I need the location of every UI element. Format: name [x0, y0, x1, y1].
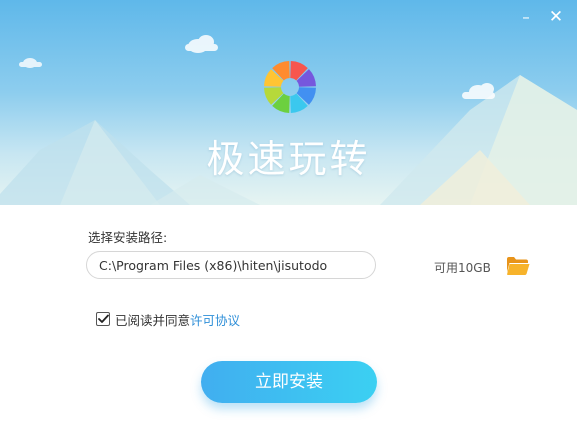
install-path-label: 选择安装路径:: [88, 230, 168, 245]
app-title: 极速玩转: [206, 137, 371, 181]
install-path-input[interactable]: [86, 251, 376, 279]
license-link[interactable]: 许可协议: [190, 310, 240, 329]
license-agreement: 已阅读并同意 许可协议: [96, 310, 240, 329]
agree-text: 已阅读并同意: [115, 312, 191, 328]
header-banner: – ✕ 极速玩转: [0, 0, 577, 205]
close-button[interactable]: ✕: [545, 6, 567, 28]
folder-icon[interactable]: [506, 256, 530, 276]
agree-checkbox[interactable]: [96, 312, 110, 326]
checkmark-icon: [97, 314, 109, 323]
available-space-text: 可用10GB: [434, 261, 491, 275]
minimize-button[interactable]: –: [515, 6, 537, 28]
cloud-icon: [185, 35, 218, 53]
install-now-button[interactable]: 立即安装: [201, 361, 377, 403]
color-wheel-logo-icon: [264, 61, 316, 113]
